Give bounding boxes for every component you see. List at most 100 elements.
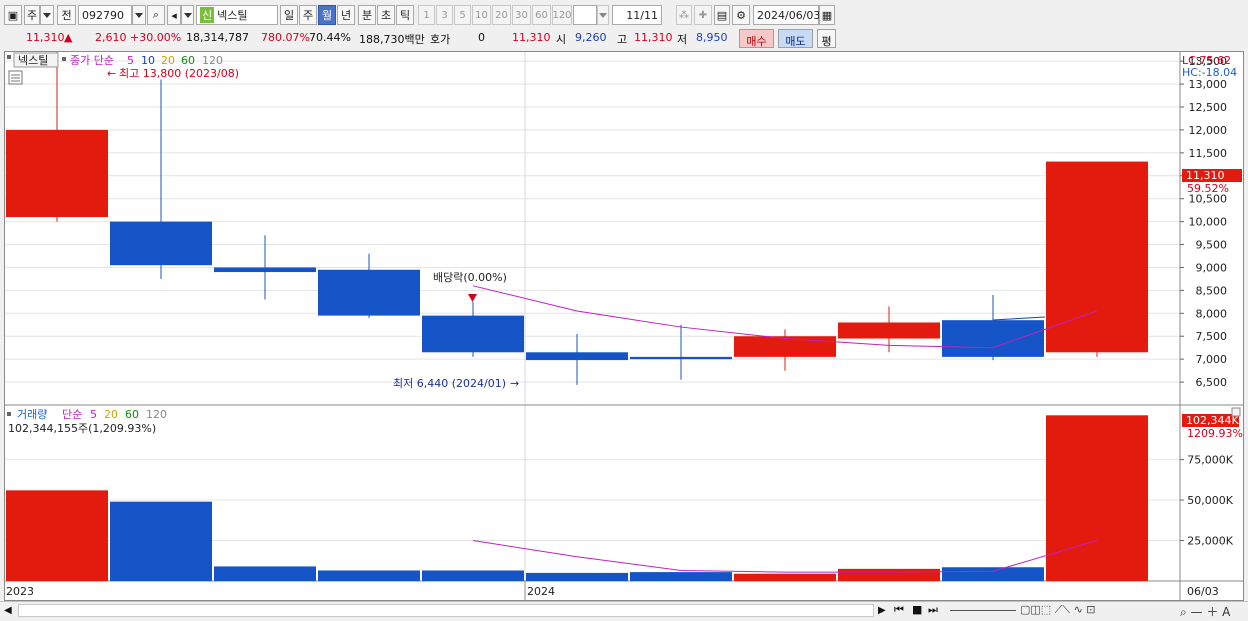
interval-60[interactable]: 60 [532,5,551,25]
volume-ma20-label: 20 [104,408,118,421]
period-week-label: 주 [302,9,314,22]
interval-custom-input[interactable] [573,5,597,25]
interval-dropdown-icon[interactable] [597,5,609,25]
zoom-slider[interactable] [950,610,1016,611]
market-dropdown-icon[interactable] [40,5,54,25]
period-month[interactable]: 월 [318,5,336,25]
interval-10[interactable]: 10 [472,5,491,25]
market-label: 주 [26,9,38,22]
prev-button[interactable]: 전 [57,5,76,25]
page-forward-icon[interactable]: ⏭ [928,603,938,617]
quote-bar: 11,310 ▲ 2,610 +30.00% 18,314,787 780.07… [0,28,1248,48]
hoga-value: 0 [478,31,485,44]
volume-bar [6,490,108,581]
avg-label: 평 [821,35,832,48]
ma-label: 종가 단순 [70,54,114,67]
period-second-label: 초 [380,9,392,22]
interval-30[interactable]: 30 [512,5,531,25]
candle-body [734,336,836,357]
chart-menu-icon[interactable]: ▣ [4,5,22,25]
candle-body [318,269,420,316]
price-ma10-segment [992,316,1046,321]
volume-bar [214,566,316,581]
high-note: 최고 13,800 (2023/08) [119,67,239,80]
scroll-track[interactable] [18,604,874,617]
time-label-2024: 2024 [527,585,555,598]
hoga-price: 11,310 [512,31,551,44]
volume-bar [422,570,524,581]
stock-name: 넥스틸 [217,9,248,22]
interval-20-label: 20 [495,9,508,21]
zoom-icons[interactable]: ⌕ — ＋ A [1180,603,1230,620]
date-input[interactable]: 2024/06/03 [753,5,820,25]
ma5-label: 5 [127,54,134,67]
avg-button[interactable]: 평 [817,29,836,48]
sound-dropdown-icon[interactable] [181,5,194,25]
market-select[interactable]: 주 [24,5,40,25]
stock-name-tag-label: 넥스틸 [18,54,48,67]
interval-3[interactable]: 3 [436,5,453,25]
volume-ma-label: 단순 [62,408,82,421]
buy-button[interactable]: 매수 [739,29,774,48]
volume-tick-label: 50,000K [1187,494,1233,507]
save-icon[interactable]: ▤ [714,5,730,25]
chart-area[interactable]: 6,500 7,000 7,500 8,000 8,500 9,000 9,500 10,00… [4,47,1244,601]
ma20-label: 20 [161,54,175,67]
volume-bar [942,567,1044,581]
period-tick[interactable]: 틱 [396,5,414,25]
low-note: 최저 6,440 (2024/01) [393,377,506,390]
current-price-pct: 59.52% [1187,182,1229,195]
interval-120[interactable]: 120 [552,5,572,25]
price-tick-label: 13,000 [1189,78,1228,91]
toolbar: ▣ 주 전 092790 ⌕ ◂ 신 넥스틸 일 주 월 년 분 초 틱 1 3… [0,3,1248,27]
price-tick-label: 12,500 [1189,101,1228,114]
interval-20[interactable]: 20 [492,5,511,25]
volume-ma5-label: 5 [90,408,97,421]
draw-tools-icon[interactable]: ▢◫⬚ ⟋⟍ ∿ ⊡ [1020,603,1096,617]
page-indicator[interactable]: 11/11 [612,5,662,25]
volume-bar [318,570,420,581]
candle-body [214,267,316,273]
code-dropdown-icon[interactable] [132,5,146,25]
link-icon[interactable]: ⁂ [676,5,692,25]
time-label-right: 06/03 [1187,585,1219,598]
high-arrow-icon: ← [107,67,116,80]
scroll-left-icon[interactable]: ◀ [4,605,12,616]
sell-button[interactable]: 매도 [778,29,813,48]
candle-body [630,356,732,360]
period-year-label: 년 [340,9,352,22]
ma120-label: 120 [202,54,223,67]
volume-bullet-icon [7,412,11,416]
interval-5[interactable]: 5 [454,5,471,25]
gear-icon[interactable]: ⚙ [732,5,750,25]
calendar-icon[interactable]: ▦ [819,5,835,25]
search-icon[interactable]: ⌕ [147,5,165,25]
open-price: 9,260 [575,31,607,44]
volume-bar [110,501,212,581]
stock-code-input[interactable]: 092790 [78,5,132,25]
candle-body [838,322,940,339]
period-week[interactable]: 주 [299,5,317,25]
price-axis-ticks: 6,500 7,000 7,500 8,000 8,500 9,000 9,500 10,00… [1180,55,1227,389]
sound-icon[interactable]: ◂ [167,5,181,25]
period-day[interactable]: 일 [280,5,298,25]
panel-close-icon[interactable] [1231,407,1241,417]
ma10-label: 10 [141,54,155,67]
turnover: 70.44% [309,31,351,44]
period-minute[interactable]: 분 [358,5,376,25]
stock-name-field[interactable]: 신 넥스틸 [196,5,278,25]
horizontal-scrollbar[interactable]: ◀ ▶ ⏮ ■ ⏭ ▢◫⬚ ⟋⟍ ∿ ⊡ ⌕ — ＋ A [0,601,1248,619]
crosshair-icon[interactable]: ✚ [694,5,712,25]
stop-icon[interactable]: ■ [912,603,922,616]
period-second[interactable]: 초 [377,5,395,25]
candle-body [110,221,212,266]
page-back-icon[interactable]: ⏮ [894,603,904,617]
volume-bar [838,568,940,581]
period-year[interactable]: 년 [337,5,355,25]
interval-1[interactable]: 1 [418,5,435,25]
scroll-right-icon[interactable]: ▶ [878,605,886,616]
interval-10-label: 10 [475,9,488,21]
volume-bar [1046,415,1148,581]
price-tick-label: 9,000 [1196,261,1228,274]
chart-canvas[interactable]: 6,500 7,000 7,500 8,000 8,500 9,000 9,500 10,00… [5,47,1243,600]
